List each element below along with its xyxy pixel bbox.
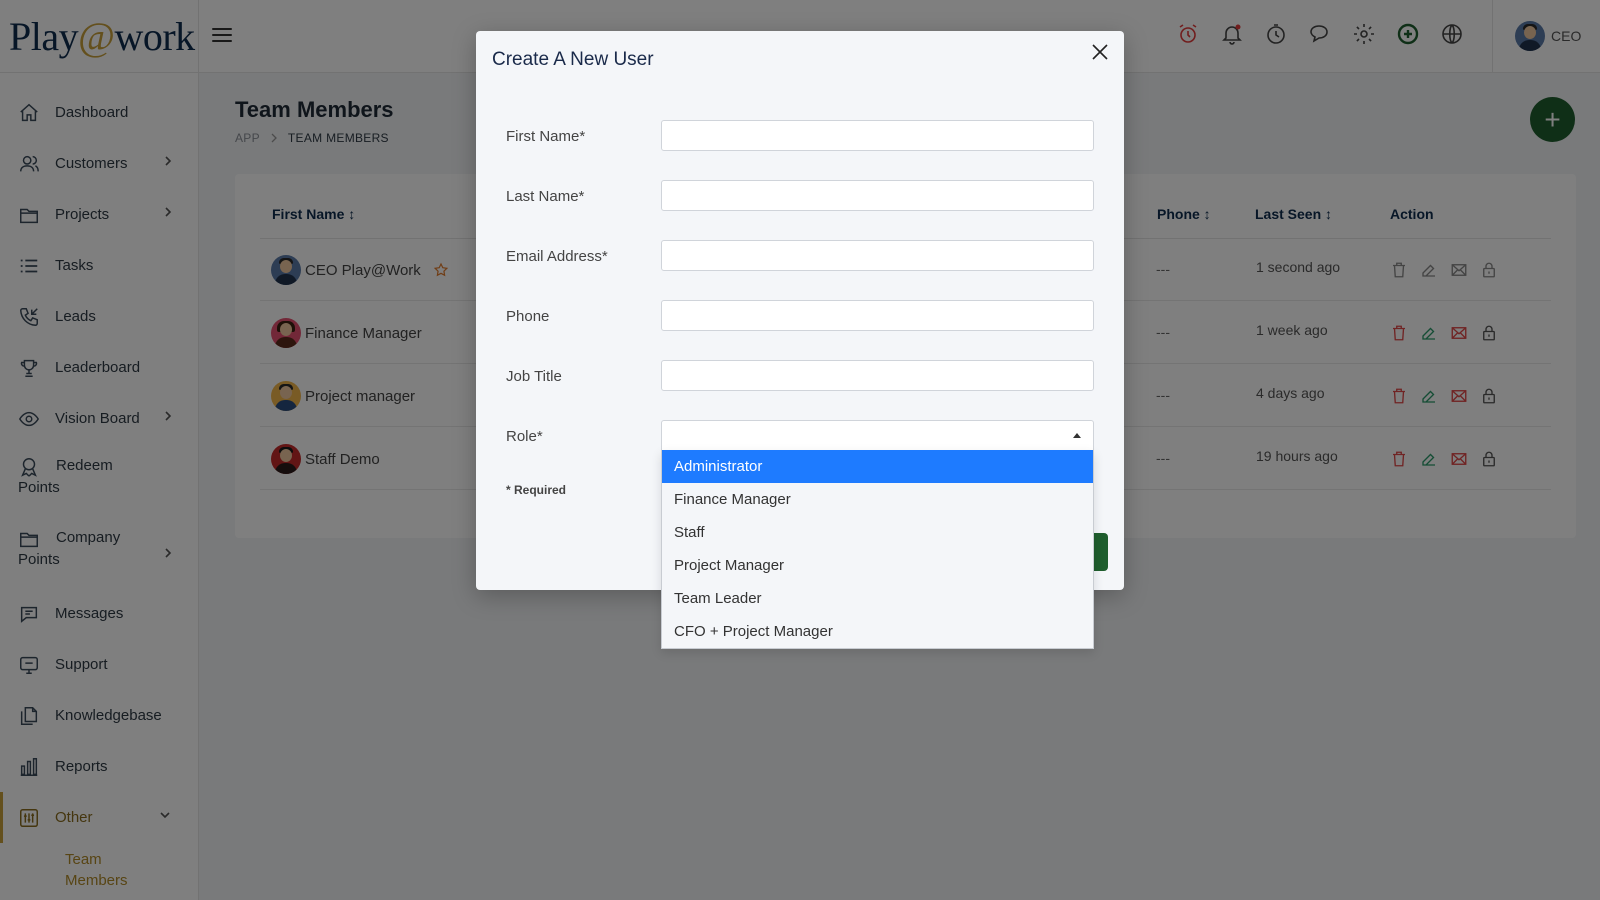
first-name-label: First Name* (506, 128, 586, 145)
role-option-cfo-project-manager[interactable]: CFO + Project Manager (662, 615, 1093, 648)
role-option-finance-manager[interactable]: Finance Manager (662, 483, 1093, 516)
job-title-field[interactable] (661, 360, 1094, 391)
last-name-label: Last Name* (506, 188, 585, 205)
phone-label: Phone (506, 308, 550, 325)
modal-title: Create A New User (492, 49, 654, 70)
job-title-label: Job Title (506, 368, 562, 385)
required-note: * Required (506, 483, 567, 497)
role-dropdown: Administrator Finance Manager Staff Proj… (661, 450, 1094, 649)
role-option-administrator[interactable]: Administrator (662, 450, 1093, 483)
email-label: Email Address* (506, 248, 608, 265)
email-field[interactable] (661, 240, 1094, 271)
close-icon[interactable] (1091, 43, 1109, 61)
first-name-field[interactable] (661, 120, 1094, 151)
role-label: Role* (506, 428, 543, 445)
role-option-project-manager[interactable]: Project Manager (662, 549, 1093, 582)
role-select[interactable] (661, 420, 1094, 451)
role-option-staff[interactable]: Staff (662, 516, 1093, 549)
caret-up-icon (1073, 433, 1081, 438)
phone-field[interactable] (661, 300, 1094, 331)
role-option-team-leader[interactable]: Team Leader (662, 582, 1093, 615)
last-name-field[interactable] (661, 180, 1094, 211)
